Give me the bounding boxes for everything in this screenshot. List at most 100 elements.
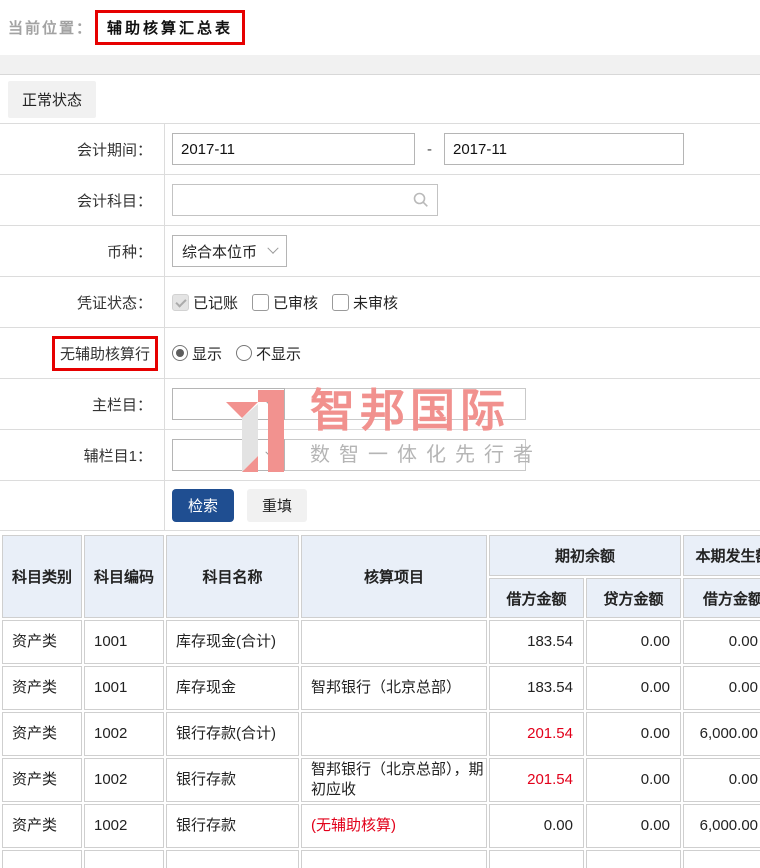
- chevron-down-icon: [265, 446, 277, 458]
- voucher-checkbox-0[interactable]: 已记账: [172, 292, 238, 313]
- table-cell: 0.00: [586, 758, 681, 802]
- table-cell: 0.00: [683, 620, 760, 664]
- table-cell: [683, 850, 760, 868]
- divider-band: [0, 55, 760, 75]
- auxiliary-summary-page: 当前位置： 辅助核算汇总表 正常状态 会计期间： - 会计科目：: [0, 0, 760, 868]
- col-header-current-debit: 借方金额: [683, 578, 760, 618]
- table-cell: 资产类: [2, 620, 82, 664]
- radio-icon: [236, 345, 253, 361]
- currency-value: 综合本位币: [182, 243, 258, 261]
- form-row-voucher-status: 凭证状态： 已记账 已审核 未审核: [0, 276, 760, 327]
- table-cell: [301, 620, 487, 664]
- no-aux-radio-0[interactable]: 显示: [172, 343, 222, 364]
- table-cell: 1002: [84, 804, 164, 848]
- aux-column1-value-box[interactable]: [285, 439, 526, 471]
- table-cell: 1001: [84, 666, 164, 710]
- table-cell: 银行存款(合计): [166, 712, 299, 756]
- table-cell: [301, 850, 487, 868]
- radio-label: 显示: [192, 345, 223, 363]
- voucher-checkbox-2[interactable]: 未审核: [332, 292, 398, 313]
- table-cell: 资产类: [2, 712, 82, 756]
- no-aux-radio-1[interactable]: 不显示: [236, 343, 301, 364]
- search-icon[interactable]: [413, 192, 429, 208]
- period-label: 会计期间：: [0, 124, 165, 174]
- col-header-code: 科目编码: [84, 535, 164, 618]
- form-row-subject: 会计科目：: [0, 174, 760, 225]
- form-row-actions: 检索 重填: [0, 480, 760, 531]
- table-row: 资产类 1001 库存现金 智邦银行（北京总部） 183.54 0.00 0.00: [2, 666, 760, 710]
- table-row: 资产类 1002 银行存款(合计) 201.54 0.00 6,000.00: [2, 712, 760, 756]
- chevron-down-icon: [265, 395, 277, 407]
- col-header-item: 核算项目: [301, 535, 487, 618]
- table-cell: 0.00: [586, 666, 681, 710]
- currency-label: 币种：: [0, 226, 165, 276]
- table-cell: 183.54: [489, 620, 584, 664]
- table-row: 资产类 1002 银行存款 智邦银行（北京总部），期初应收 201.54 0.00 0.00: [2, 758, 760, 802]
- form-row-period: 会计期间： -: [0, 123, 760, 174]
- col-header-opening-balance: 期初余额: [489, 535, 681, 576]
- table-cell: 0.00: [586, 712, 681, 756]
- breadcrumb-bar: 当前位置： 辅助核算汇总表: [0, 0, 760, 55]
- no-aux-label: 无辅助核算行: [51, 335, 158, 371]
- subject-label: 会计科目：: [0, 175, 165, 225]
- table-cell: 银行存款: [166, 804, 299, 848]
- table-cell: 6,000.00: [683, 804, 760, 848]
- table-cell: 智邦银行（北京总部）: [301, 666, 487, 710]
- aux-column1-label: 辅栏目1：: [0, 430, 165, 480]
- reset-button[interactable]: 重填: [247, 489, 307, 522]
- form-row-aux-column1: 辅栏目1：: [0, 429, 760, 480]
- voucher-status-label: 凭证状态：: [0, 277, 165, 327]
- table-cell: 1002: [84, 758, 164, 802]
- table-cell: 0.00: [586, 804, 681, 848]
- table-cell: [84, 850, 164, 868]
- table-cell: [2, 850, 82, 868]
- table-cell: 0.00: [683, 666, 760, 710]
- report-table: 科目类别 科目编码 科目名称 核算项目 期初余额 本期发生额 借方金额 贷方金额…: [0, 533, 760, 868]
- subject-input[interactable]: [173, 185, 413, 215]
- voucher-checkbox-1[interactable]: 已审核: [252, 292, 318, 313]
- table-cell: 资产类: [2, 804, 82, 848]
- col-header-opening-debit: 借方金额: [489, 578, 584, 618]
- table-row-partial: [2, 850, 760, 868]
- table-cell: 183.54: [489, 666, 584, 710]
- table-cell: 1002: [84, 712, 164, 756]
- period-separator: -: [427, 140, 432, 158]
- aux-column1-select[interactable]: [172, 439, 285, 471]
- col-header-opening-credit: 贷方金额: [586, 578, 681, 618]
- table-cell: 库存现金: [166, 666, 299, 710]
- table-cell: 0.00: [586, 620, 681, 664]
- main-column-label: 主栏目：: [0, 379, 165, 429]
- col-header-current-period: 本期发生额: [683, 535, 760, 576]
- table-cell: 资产类: [2, 758, 82, 802]
- breadcrumb-label: 当前位置：: [8, 20, 94, 37]
- status-tab-normal[interactable]: 正常状态: [8, 80, 97, 118]
- subject-input-wrap: [172, 184, 438, 216]
- radio-icon: [172, 345, 188, 361]
- main-column-select[interactable]: [172, 388, 285, 420]
- search-button[interactable]: 检索: [172, 489, 234, 522]
- period-to-input[interactable]: [444, 133, 684, 165]
- table-cell: 201.54: [489, 758, 584, 802]
- table-cell: 0.00: [489, 804, 584, 848]
- table-row: 资产类 1002 银行存款 (无辅助核算) 0.00 0.00 6,000.00: [2, 804, 760, 848]
- table-cell: 智邦银行（北京总部），期初应收: [301, 758, 487, 802]
- currency-select[interactable]: 综合本位币: [172, 235, 287, 267]
- radio-label: 不显示: [256, 345, 302, 363]
- table-cell: [301, 712, 487, 756]
- voucher-status-checkbox-group: 已记账 已审核 未审核: [172, 292, 412, 313]
- table-cell: (无辅助核算): [301, 804, 487, 848]
- checkbox-icon: [332, 293, 350, 311]
- table-cell: [586, 850, 681, 868]
- report-table-container: 科目类别 科目编码 科目名称 核算项目 期初余额 本期发生额 借方金额 贷方金额…: [0, 533, 760, 868]
- table-cell: 库存现金(合计): [166, 620, 299, 664]
- form-row-no-aux: 无辅助核算行 显示 不显示: [0, 327, 760, 378]
- table-cell: 6,000.00: [683, 712, 760, 756]
- table-cell: [489, 850, 584, 868]
- main-column-value-box[interactable]: [285, 388, 526, 420]
- checkbox-label: 已审核: [273, 294, 319, 312]
- period-from-input[interactable]: [172, 133, 415, 165]
- checkbox-label: 已记账: [193, 294, 239, 312]
- table-cell: 1001: [84, 620, 164, 664]
- page-title: 辅助核算汇总表: [95, 10, 246, 45]
- table-cell: [166, 850, 299, 868]
